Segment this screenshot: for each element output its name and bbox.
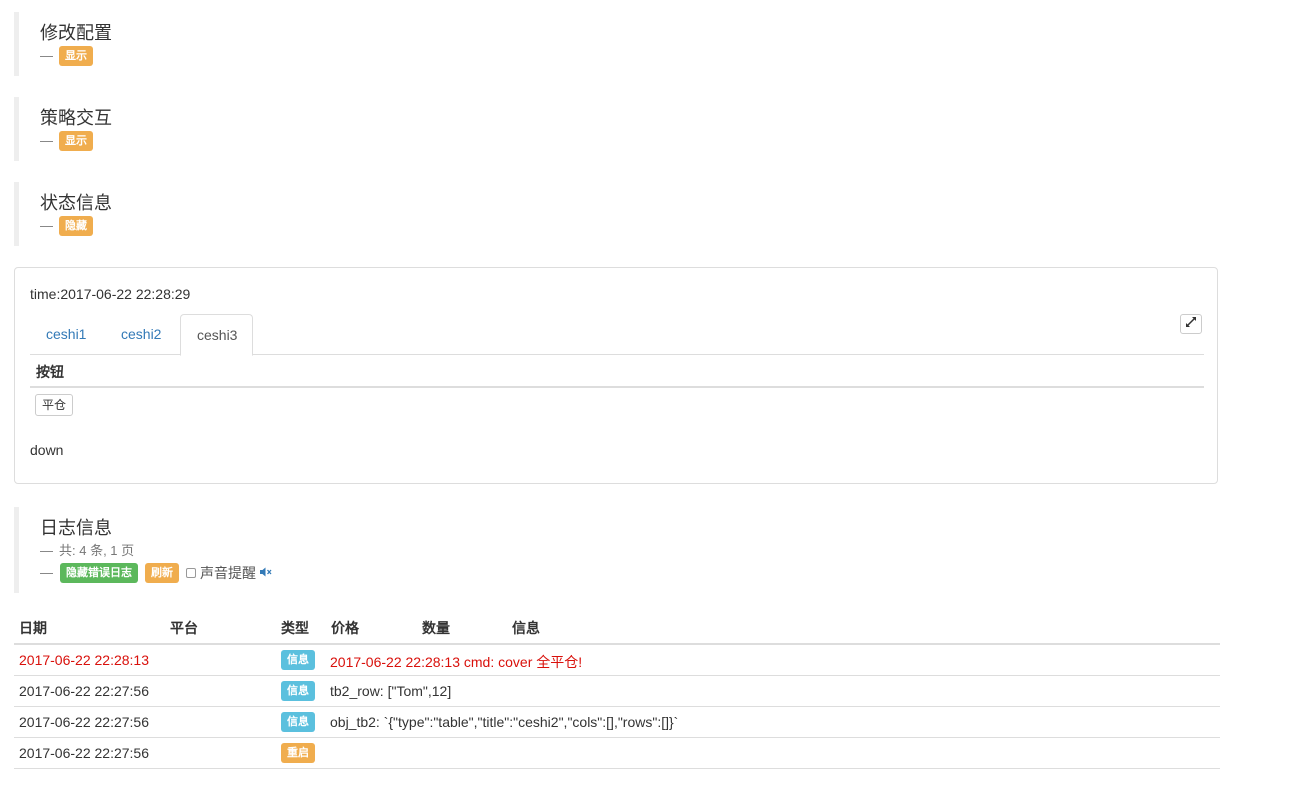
toggle-status-info-button[interactable]: 隐藏	[59, 216, 93, 236]
row-message: 2017-06-22 22:28:13 cmd: cover 全平仓!	[330, 654, 583, 670]
section-title: 修改配置	[40, 23, 112, 43]
table-row: 2017-06-22 22:28:13 信息	[14, 644, 1220, 676]
tab-ceshi1[interactable]: ceshi1	[30, 314, 102, 355]
section-modify-config: 修改配置 — 显示	[14, 12, 112, 76]
status-footer-text: down	[30, 442, 64, 458]
expand-icon	[1185, 315, 1197, 333]
tab-table-header: 按钮	[30, 356, 1204, 388]
sound-alert-label: 声音提醒	[200, 565, 256, 581]
row-type-badge: 信息	[281, 680, 315, 701]
row-date: 2017-06-22 22:28:13	[14, 644, 165, 676]
row-message: tb2_row: ["Tom",12]	[330, 683, 452, 699]
column-header-price: 价格	[326, 613, 417, 645]
log-table: 日期 平台 类型 价格 数量 信息 2017-06-22 22:28:13 信息…	[14, 613, 1220, 769]
row-amount	[417, 737, 507, 769]
row-date: 2017-06-22 22:27:56	[14, 737, 165, 769]
table-header-buttons: 按钮	[36, 364, 64, 380]
tab-ceshi2[interactable]: ceshi2	[105, 314, 177, 355]
row-platform	[165, 737, 276, 769]
column-header-type: 类型	[276, 613, 326, 645]
section-title: 日志信息	[40, 518, 112, 538]
toggle-strategy-interaction-button[interactable]: 显示	[59, 131, 93, 151]
dash: —	[40, 48, 53, 63]
row-platform	[165, 644, 276, 676]
status-tabs: ceshi1 ceshi2 ceshi3	[30, 314, 1204, 356]
column-header-amount: 数量	[417, 613, 507, 645]
row-price	[326, 737, 417, 769]
section-title: 状态信息	[40, 193, 112, 213]
row-type-badge: 重启	[281, 742, 315, 763]
volume-mute-icon[interactable]	[260, 563, 272, 583]
refresh-button[interactable]: 刷新	[145, 563, 179, 583]
status-panel: time:2017-06-22 22:28:29 ceshi1 ceshi2 c…	[14, 267, 1218, 484]
page: 修改配置 — 显示 策略交互 — 显示 状态信息 — 隐藏 time:2017-…	[0, 0, 1300, 789]
row-type-badge: 信息	[281, 711, 315, 732]
cover-position-button[interactable]: 平仓	[35, 394, 74, 416]
expand-button[interactable]	[1180, 314, 1202, 334]
sound-alert-checkbox[interactable]	[186, 568, 196, 578]
log-table-header-row: 日期 平台 类型 价格 数量 信息	[14, 613, 1220, 645]
column-header-message: 信息	[507, 613, 1220, 645]
sound-alert-toggle[interactable]: 声音提醒	[186, 563, 272, 583]
dash: —	[40, 218, 53, 233]
row-date: 2017-06-22 22:27:56	[14, 675, 165, 707]
row-platform	[165, 675, 276, 707]
tab-ceshi3[interactable]: ceshi3	[180, 314, 253, 356]
dash: —	[40, 133, 53, 148]
column-header-platform: 平台	[165, 613, 276, 645]
section-title: 策略交互	[40, 108, 112, 128]
status-time: time:2017-06-22 22:28:29	[30, 286, 191, 302]
toggle-modify-config-button[interactable]: 显示	[59, 46, 93, 66]
section-strategy-interaction: 策略交互 — 显示	[14, 97, 112, 161]
section-log-info: 日志信息 — 共: 4 条, 1 页 — 隐藏错误日志 刷新 声音提醒	[14, 507, 272, 593]
column-header-date: 日期	[14, 613, 165, 645]
dash: —	[40, 543, 53, 558]
row-type-badge: 信息	[281, 649, 315, 670]
row-message: obj_tb2: `{"type":"table","title":"ceshi…	[330, 714, 679, 730]
section-status-info: 状态信息 — 隐藏	[14, 182, 112, 246]
row-platform	[165, 706, 276, 738]
table-row: 2017-06-22 22:27:56 重启	[14, 737, 1220, 769]
row-date: 2017-06-22 22:27:56	[14, 706, 165, 738]
dash: —	[40, 565, 53, 580]
table-row: 2017-06-22 22:27:56 信息	[14, 675, 1220, 707]
hide-error-logs-button[interactable]: 隐藏错误日志	[60, 563, 138, 583]
log-summary: 共: 4 条, 1 页	[59, 543, 135, 558]
